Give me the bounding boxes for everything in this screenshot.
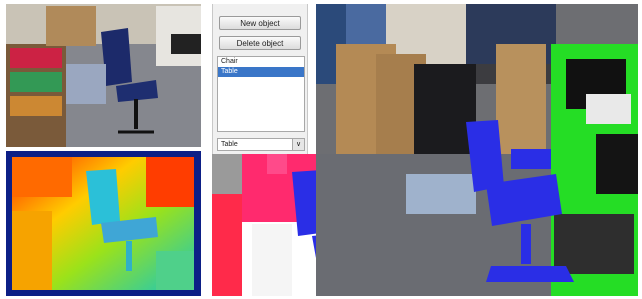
overlay-photo-scene: [316, 4, 638, 296]
delete-object-button[interactable]: Delete object: [219, 36, 301, 50]
class-select[interactable]: Table ∨: [217, 138, 305, 151]
list-item-table[interactable]: Table: [218, 67, 304, 77]
object-list[interactable]: Chair Table: [217, 56, 305, 132]
rgb-photo: [6, 4, 201, 147]
list-item-chair[interactable]: Chair: [218, 57, 304, 67]
depth-map-image: [6, 151, 201, 296]
rgb-photo-scene: [6, 4, 201, 147]
class-select-value: Table: [221, 141, 238, 148]
annotation-tool-panel: New object Delete object Chair Table Tab…: [212, 4, 308, 154]
new-object-button[interactable]: New object: [219, 16, 301, 30]
chevron-down-icon[interactable]: ∨: [292, 139, 304, 150]
depth-map: [6, 151, 201, 296]
overlay-photo: [316, 4, 638, 296]
